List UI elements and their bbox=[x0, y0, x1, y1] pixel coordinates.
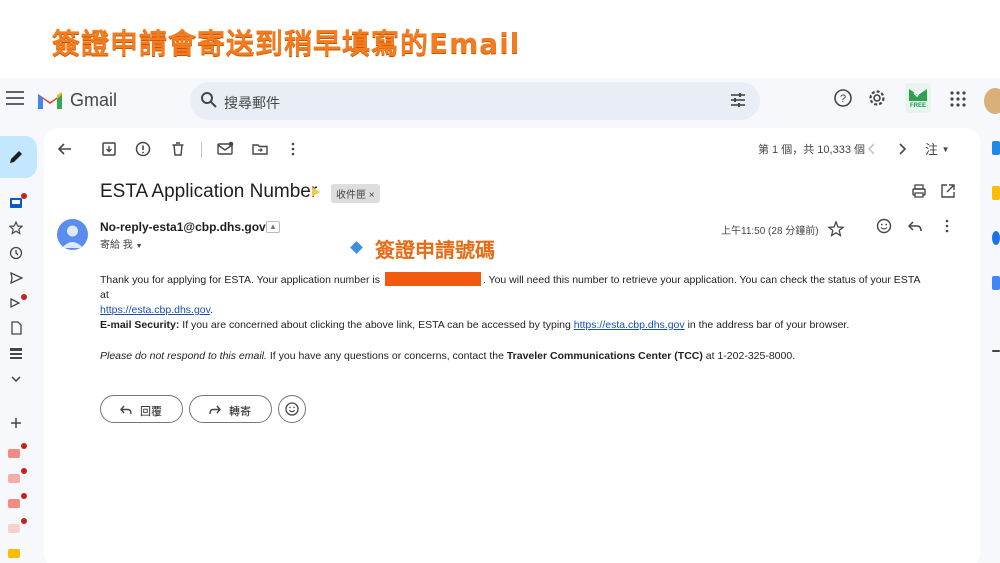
important-marker-icon[interactable] bbox=[312, 187, 320, 197]
reply-arrow-icon bbox=[120, 405, 132, 415]
label-icon[interactable] bbox=[8, 549, 20, 558]
move-to-icon[interactable] bbox=[251, 140, 269, 158]
banner-title: 簽證申請會寄送到稍早填寫的Email bbox=[52, 27, 521, 60]
search-bar[interactable]: 搜尋郵件 bbox=[190, 82, 760, 120]
input-tools-button[interactable]: 注 ▼ bbox=[925, 139, 950, 158]
delete-icon[interactable] bbox=[169, 140, 187, 158]
para1-end: . bbox=[210, 304, 214, 316]
emoji-react-button[interactable] bbox=[278, 395, 306, 423]
para2-text-a: If you are concerned about clicking the … bbox=[179, 319, 574, 331]
tasks-side-icon[interactable] bbox=[992, 231, 1000, 245]
label-badge bbox=[21, 468, 27, 474]
label-icon[interactable] bbox=[8, 499, 20, 508]
label-icon[interactable] bbox=[8, 524, 20, 533]
gmail-logo-icon[interactable] bbox=[37, 90, 63, 110]
more-chevron-icon[interactable] bbox=[9, 372, 23, 386]
para3-text-b: at 1-202-325-8000. bbox=[702, 350, 796, 362]
search-input[interactable]: 搜尋郵件 bbox=[224, 93, 280, 113]
esta-link-2[interactable]: https://esta.cbp.dhs.gov bbox=[574, 319, 685, 331]
free-badge-icon[interactable]: FREE bbox=[905, 83, 931, 113]
smiley-icon bbox=[285, 402, 299, 416]
sender-avatar[interactable] bbox=[57, 219, 88, 250]
scheduled-badge bbox=[21, 294, 27, 300]
archive-icon[interactable] bbox=[100, 140, 118, 158]
contacts-side-icon[interactable] bbox=[992, 276, 1000, 290]
inbox-label-text: 收件匣 bbox=[336, 190, 366, 201]
keep-side-icon[interactable] bbox=[992, 186, 1000, 200]
inbox-label-chip[interactable]: 收件匣 × bbox=[331, 184, 380, 203]
add-label-icon[interactable] bbox=[9, 416, 23, 430]
label-badge bbox=[21, 518, 27, 524]
svg-text:?: ? bbox=[840, 93, 846, 105]
reply-label: 回覆 bbox=[140, 406, 162, 418]
email-paragraph-3: Please do not respond to this email. If … bbox=[100, 349, 930, 364]
message-more-icon[interactable] bbox=[938, 217, 956, 235]
recipient-details[interactable]: 寄給 我 ▼ bbox=[100, 236, 143, 251]
search-icon[interactable] bbox=[200, 91, 218, 109]
forward-arrow-icon bbox=[209, 405, 221, 415]
newer-chevron-icon[interactable] bbox=[863, 140, 881, 158]
caret-down-icon: ▼ bbox=[135, 243, 143, 250]
star-toggle-icon[interactable] bbox=[827, 220, 845, 238]
forward-label: 轉寄 bbox=[229, 406, 251, 418]
pencil-icon bbox=[10, 151, 22, 163]
email-subject: ESTA Application Number bbox=[100, 181, 318, 202]
email-paragraph-2: E-mail Security: If you are concerned ab… bbox=[100, 318, 930, 333]
label-icon[interactable] bbox=[8, 449, 20, 458]
para3-text-a: If you have any questions or concerns, c… bbox=[266, 350, 507, 362]
side-divider bbox=[992, 350, 1000, 352]
settings-icon[interactable] bbox=[867, 88, 887, 108]
email-paragraph-1: Thank you for applying for ESTA. Your ap… bbox=[100, 272, 930, 318]
add-reaction-icon[interactable] bbox=[875, 217, 893, 235]
para3-italic: Please do not respond to this email. bbox=[100, 350, 267, 362]
snoozed-icon[interactable] bbox=[9, 246, 23, 260]
label-badge bbox=[21, 443, 27, 449]
apps-grid-icon[interactable] bbox=[950, 91, 966, 107]
reply-button[interactable]: 回覆 bbox=[100, 395, 183, 423]
more-vert-icon[interactable] bbox=[284, 140, 302, 158]
inbox-badge bbox=[21, 193, 27, 199]
back-arrow-icon[interactable] bbox=[56, 140, 74, 158]
forward-button[interactable]: 轉寄 bbox=[189, 395, 272, 423]
label-badge bbox=[21, 493, 27, 499]
pagination-text: 第 1 個，共 10,333 個 bbox=[758, 144, 865, 156]
redacted-application-number bbox=[384, 272, 481, 286]
esta-link-1[interactable]: https://esta.cbp.dhs.gov bbox=[100, 304, 210, 316]
print-icon[interactable] bbox=[910, 182, 928, 200]
top-bar: Gmail 搜尋郵件 ? FREE bbox=[0, 78, 1000, 126]
gmail-window: Gmail 搜尋郵件 ? FREE 第 1 個，共 10,333 個 注 ▼ E… bbox=[0, 78, 1000, 563]
sender-info-icon[interactable]: ▲ bbox=[266, 221, 280, 233]
para2-bold: E-mail Security: bbox=[100, 319, 180, 331]
all-mail-icon[interactable] bbox=[9, 346, 23, 360]
para1-text-a: Thank you for applying for ESTA. Your ap… bbox=[100, 274, 383, 286]
older-chevron-icon[interactable] bbox=[893, 140, 911, 158]
mark-unread-icon[interactable] bbox=[216, 140, 234, 158]
para3-bold: Traveler Communications Center (TCC) bbox=[506, 350, 703, 362]
annotation-label: 簽證申請號碼 bbox=[375, 238, 495, 262]
email-timestamp: 上午11:50 (28 分鐘前) bbox=[721, 226, 819, 237]
toolbar-divider bbox=[201, 142, 202, 158]
reply-icon[interactable] bbox=[906, 217, 924, 235]
search-options-icon[interactable] bbox=[730, 92, 746, 108]
email-view: 第 1 個，共 10,333 個 注 ▼ ESTA Application Nu… bbox=[44, 128, 980, 563]
remove-label-icon[interactable]: × bbox=[369, 190, 375, 201]
help-icon[interactable]: ? bbox=[833, 88, 853, 108]
app-name: Gmail bbox=[70, 90, 118, 110]
recipient-text: 寄給 我 bbox=[100, 240, 133, 251]
open-new-window-icon[interactable] bbox=[939, 182, 957, 200]
para2-text-b: in the address bar of your browser. bbox=[684, 319, 850, 331]
account-avatar[interactable] bbox=[984, 88, 1000, 114]
free-badge-label: FREE bbox=[909, 103, 926, 109]
sent-icon[interactable] bbox=[9, 271, 23, 285]
calendar-side-icon[interactable] bbox=[992, 141, 1000, 155]
report-spam-icon[interactable] bbox=[134, 140, 152, 158]
caret-down-icon: ▼ bbox=[941, 145, 950, 154]
menu-icon[interactable] bbox=[6, 91, 24, 107]
label-icon[interactable] bbox=[8, 474, 20, 483]
star-icon[interactable] bbox=[9, 221, 23, 235]
compose-button[interactable] bbox=[0, 136, 37, 178]
drafts-icon[interactable] bbox=[9, 321, 23, 335]
input-tools-label: 注 bbox=[925, 142, 939, 157]
sender-email[interactable]: No-reply-esta1@cbp.dhs.gov bbox=[100, 220, 266, 234]
